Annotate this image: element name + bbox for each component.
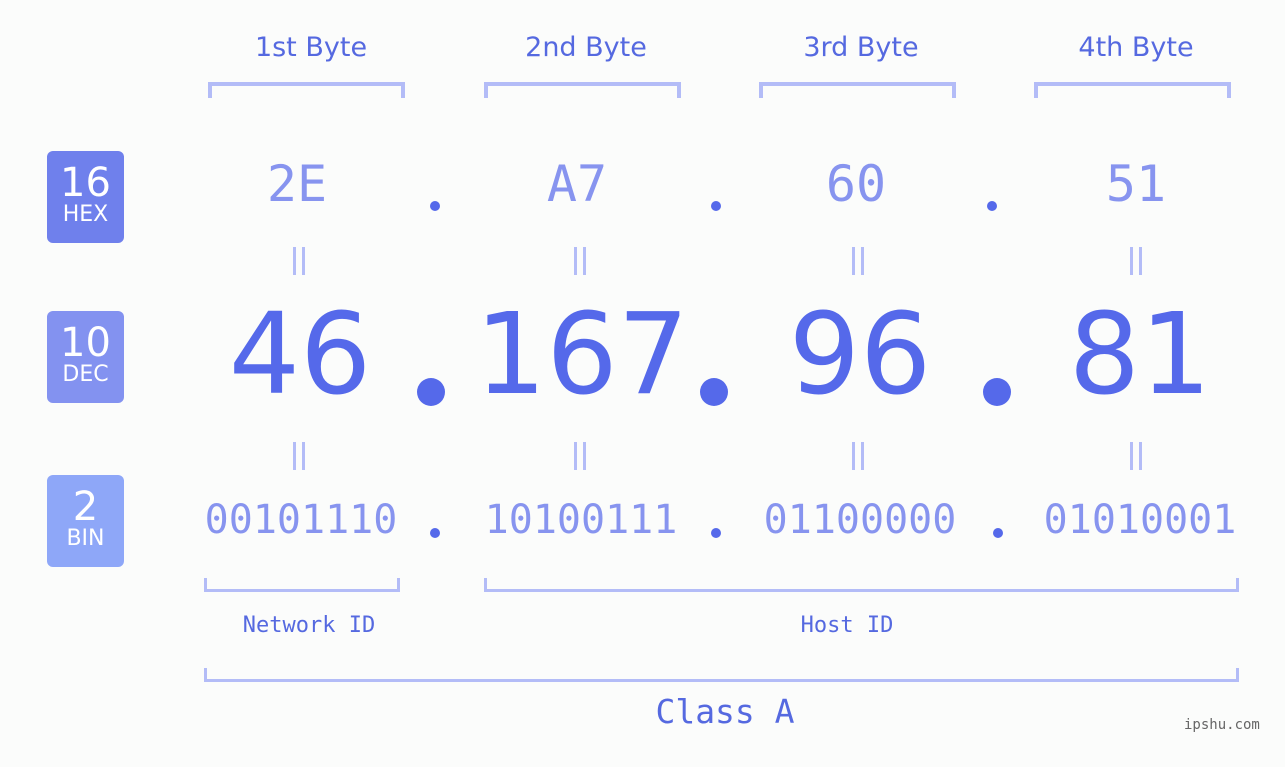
equals-icon — [574, 442, 586, 470]
equals-icon — [1130, 247, 1142, 275]
bin-value-2: 10100111 — [484, 497, 678, 543]
bin-value-3: 01100000 — [763, 497, 957, 543]
watermark: ipshu.com — [1184, 717, 1260, 733]
bin-value-4: 01010001 — [1043, 497, 1237, 543]
bin-base-label: BIN — [66, 526, 105, 551]
byte-bracket-1 — [208, 82, 405, 98]
byte-header-4: 4th Byte — [1078, 32, 1194, 63]
equals-icon — [574, 247, 586, 275]
hex-dot-2 — [711, 201, 721, 211]
byte-header-1: 1st Byte — [254, 32, 368, 63]
equals-icon — [852, 442, 864, 470]
byte-header-3: 3rd Byte — [803, 32, 919, 63]
class-bracket — [204, 668, 1239, 682]
hex-base-label: HEX — [62, 202, 109, 227]
hex-dot-1 — [430, 201, 440, 211]
hex-value-2: A7 — [546, 155, 608, 213]
hex-value-3: 60 — [825, 155, 887, 213]
network-id-label: Network ID — [242, 613, 376, 638]
bin-dot-3 — [993, 528, 1003, 538]
dec-badge: 10 DEC — [47, 311, 124, 403]
dec-value-3: 96 — [788, 290, 932, 420]
dec-dot-2 — [700, 378, 728, 406]
host-id-label: Host ID — [800, 613, 894, 638]
dec-value-4: 81 — [1068, 290, 1212, 420]
equals-icon — [293, 247, 305, 275]
bin-badge: 2 BIN — [47, 475, 124, 567]
dec-base-label: DEC — [62, 362, 109, 387]
class-label: Class A — [655, 692, 795, 731]
byte-header-2: 2nd Byte — [525, 32, 647, 63]
hex-base-number: 16 — [60, 160, 111, 206]
byte-bracket-2 — [484, 82, 681, 98]
hex-dot-3 — [987, 201, 997, 211]
dec-base-number: 10 — [60, 320, 111, 366]
dec-dot-1 — [417, 378, 445, 406]
network-id-bracket — [204, 578, 400, 592]
dec-dot-3 — [983, 378, 1011, 406]
bin-value-1: 00101110 — [204, 497, 398, 543]
bin-base-number: 2 — [72, 484, 99, 530]
hex-value-4: 51 — [1105, 155, 1167, 213]
bin-dot-1 — [430, 528, 440, 538]
host-id-bracket — [484, 578, 1239, 592]
dec-value-1: 46 — [228, 290, 372, 420]
equals-icon — [852, 247, 864, 275]
dec-value-2: 167 — [475, 290, 689, 420]
equals-icon — [1130, 442, 1142, 470]
byte-bracket-4 — [1034, 82, 1231, 98]
equals-icon — [293, 442, 305, 470]
byte-bracket-3 — [759, 82, 956, 98]
hex-value-1: 2E — [266, 155, 328, 213]
bin-dot-2 — [711, 528, 721, 538]
hex-badge: 16 HEX — [47, 151, 124, 243]
